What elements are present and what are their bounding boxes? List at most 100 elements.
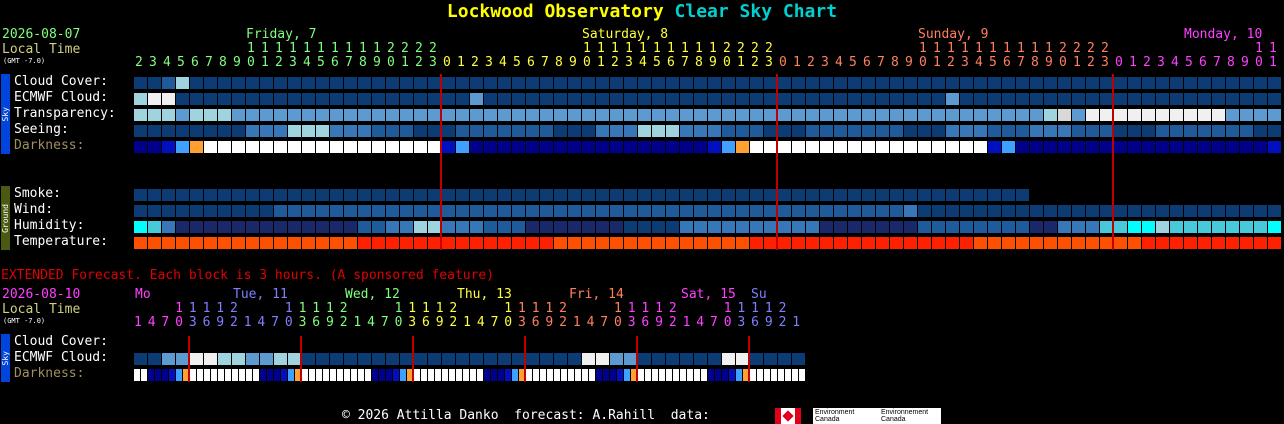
extended-forecast-block: [274, 353, 287, 365]
forecast-block: [1044, 109, 1057, 121]
forecast-block: [876, 205, 889, 217]
forecast-block: [918, 237, 931, 249]
forecast-block: [512, 109, 525, 121]
forecast-block: [974, 189, 987, 201]
forecast-block: [890, 125, 903, 137]
forecast-block: [988, 189, 1001, 201]
extended-hour-ones-digit: 7: [710, 315, 718, 330]
hour-tens-digit: 1: [275, 41, 283, 56]
forecast-block: [932, 205, 945, 217]
forecast-block: [330, 109, 343, 121]
forecast-block: [344, 77, 357, 89]
hour-ones-digit: 5: [513, 55, 521, 70]
extended-forecast-block: [596, 353, 609, 365]
forecast-block: [1030, 93, 1043, 105]
hour-tens-digit: 1: [975, 41, 983, 56]
extended-hour-ones-digit: 2: [449, 315, 458, 330]
forecast-block: [456, 109, 469, 121]
row-label-humidity: Humidity:: [14, 218, 85, 233]
extended-midnight-line: [300, 336, 302, 382]
forecast-block: [1058, 109, 1071, 121]
environment-canada-logo: Environment Canada: [813, 408, 879, 424]
hour-tens-digit: 2: [737, 41, 745, 56]
extended-darkness-block: [358, 369, 364, 381]
extended-darkness-block: [372, 369, 378, 381]
forecast-block: [218, 77, 231, 89]
forecast-block: [554, 189, 567, 201]
forecast-block: [1016, 237, 1029, 249]
row-label-seeing: Seeing:: [14, 122, 69, 137]
forecast-block: [834, 109, 847, 121]
forecast-block: [568, 141, 581, 153]
forecast-block: [470, 125, 483, 137]
forecast-block: [1184, 141, 1197, 153]
forecast-block: [1044, 141, 1057, 153]
forecast-block: [610, 93, 623, 105]
hour-tens-digit: 1: [1269, 41, 1277, 56]
forecast-block: [904, 205, 917, 217]
forecast-block: [1268, 141, 1281, 153]
forecast-block: [1156, 205, 1169, 217]
forecast-block: [134, 221, 147, 233]
extended-hour-tens-digit: 2: [230, 301, 238, 316]
forecast-block: [666, 221, 679, 233]
extended-hour-ones-digit: 3: [188, 315, 197, 330]
forecast-block: [582, 221, 595, 233]
hour-ones-digit: 3: [485, 55, 493, 70]
forecast-block: [722, 221, 735, 233]
extended-darkness-block: [281, 369, 287, 381]
forecast-block: [414, 141, 427, 153]
hour-ones-digit: 7: [541, 55, 549, 70]
hour-tens-digit: 2: [751, 41, 759, 56]
forecast-block: [176, 189, 189, 201]
forecast-block: [694, 221, 707, 233]
hour-tens-digit: 1: [611, 41, 619, 56]
extended-hour-ones-digit: 2: [668, 315, 677, 330]
forecast-block: [442, 237, 455, 249]
forecast-block: [274, 221, 287, 233]
forecast-block: [750, 93, 763, 105]
extended-darkness-block: [316, 369, 322, 381]
forecast-block: [148, 189, 161, 201]
hour-tens-digit: 1: [625, 41, 633, 56]
hour-tens-digit: 1: [933, 41, 941, 56]
forecast-block: [848, 125, 861, 137]
forecast-block: [1016, 141, 1029, 153]
forecast-block: [456, 237, 469, 249]
forecast-block: [1170, 125, 1183, 137]
forecast-block: [484, 141, 497, 153]
extended-hour-ones-digit: 3: [737, 315, 746, 330]
forecast-block: [232, 189, 245, 201]
extended-hour-tens-digit: 1: [641, 301, 650, 316]
forecast-block: [288, 221, 301, 233]
forecast-block: [792, 77, 805, 89]
forecast-block: [848, 93, 861, 105]
forecast-block: [1212, 93, 1225, 105]
extended-hour-ones-digit: 0: [284, 315, 293, 330]
hour-ones-digit: 5: [317, 55, 325, 70]
forecast-block: [1212, 77, 1225, 89]
extended-darkness-block: [680, 369, 686, 381]
forecast-block: [1240, 109, 1253, 121]
forecast-block: [862, 125, 875, 137]
hour-ones-digit: 2: [275, 55, 283, 70]
forecast-block: [1226, 221, 1239, 233]
extended-forecast-block: [204, 353, 217, 365]
extended-darkness-block: [246, 369, 252, 381]
forecast-block: [540, 141, 553, 153]
forecast-block: [554, 93, 567, 105]
forecast-block: [1226, 77, 1239, 89]
forecast-block: [750, 237, 763, 249]
forecast-block: [638, 205, 651, 217]
forecast-block: [442, 205, 455, 217]
forecast-block: [1044, 221, 1057, 233]
hour-ones-digit: 2: [1087, 55, 1095, 70]
forecast-block: [470, 93, 483, 105]
forecast-block: [1268, 109, 1281, 121]
forecast-block: [1156, 93, 1169, 105]
forecast-block: [694, 205, 707, 217]
forecast-block: [1128, 77, 1141, 89]
forecast-block: [204, 189, 217, 201]
forecast-block: [498, 141, 511, 153]
forecast-block: [974, 141, 987, 153]
